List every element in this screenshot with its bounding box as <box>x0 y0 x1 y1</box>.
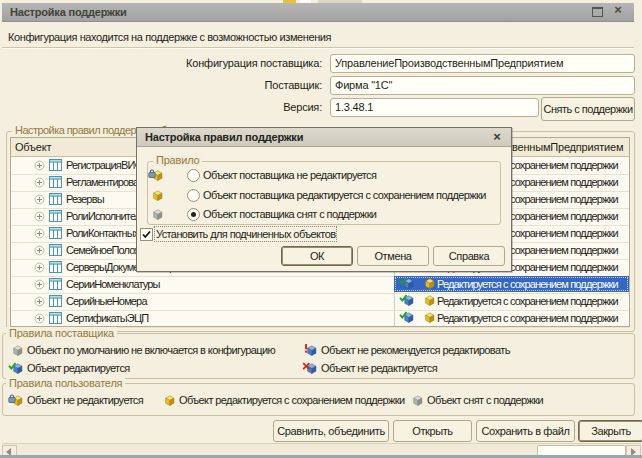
subordinate-checkbox[interactable] <box>140 228 153 241</box>
close-icon[interactable]: × <box>611 2 625 17</box>
window-titlebar[interactable]: Настройка поддержки <box>2 3 634 22</box>
cube-blue-check-icon <box>8 362 23 374</box>
support-status-message: Конфигурация находится на поддержке с во… <box>8 31 331 43</box>
dialog-button-ОК[interactable]: ОК <box>281 246 353 266</box>
footer-button-0[interactable]: Сравнить, объединить <box>273 420 389 442</box>
edited-with-support-icon <box>399 294 414 306</box>
rule-text: Редактируется с сохранением поддержки <box>437 312 618 324</box>
expand-icon[interactable] <box>34 177 45 188</box>
field-label-2: Версия: <box>0 101 322 113</box>
rule-option-label: Объект поставщика не редактируется <box>203 169 376 181</box>
supplier-rule-item-label: Объект по умолчанию не включается в конф… <box>27 344 275 356</box>
rule-option-label: Объект поставщика снят с поддержки <box>203 208 376 220</box>
expand-icon[interactable] <box>34 279 45 290</box>
expand-icon[interactable] <box>34 262 45 273</box>
cube-blue-exclaim-icon <box>302 344 317 356</box>
cube-blue-cross-icon <box>302 362 317 374</box>
table-row[interactable]: СертификатыЭЦП Редактируется с сохранение… <box>11 310 629 328</box>
expand-icon[interactable] <box>34 313 45 324</box>
field-value-0[interactable]: УправлениеПроизводственнымПредприятием <box>330 54 635 73</box>
radio-2[interactable] <box>187 208 200 221</box>
object-name: СерийныеНомера <box>66 295 147 307</box>
field-label-1: Поставщик: <box>0 79 322 91</box>
window-title: Настройка поддержки <box>10 6 127 18</box>
field-value-1[interactable]: Фирма "1С" <box>330 76 635 95</box>
cube-gray-icon <box>408 394 423 406</box>
dialog-title: Настройка правил поддержки <box>145 131 303 143</box>
cube-gray-icon <box>148 208 163 220</box>
object-name: СерииНоменклатуры <box>66 278 160 290</box>
catalog-icon <box>49 261 62 273</box>
user-rule-item-label: Объект не редактируется <box>27 394 143 406</box>
dialog-titlebar[interactable]: Настройка правил поддержки × <box>137 128 511 147</box>
catalog-icon <box>49 159 62 171</box>
table-row[interactable]: СерииНоменклатуры Редактируется с сохране… <box>11 276 629 294</box>
dialog-close-icon[interactable]: × <box>489 129 505 145</box>
rule-cell[interactable]: Редактируется с сохранением поддержки <box>394 293 629 309</box>
catalog-icon <box>49 278 62 290</box>
supplier-rules-title: Правила поставщика <box>6 327 117 339</box>
support-rules-dialog: Настройка правил поддержки × Правило Объ… <box>136 127 512 272</box>
footer-button-1[interactable]: Открыть <box>393 420 472 442</box>
subordinate-checkbox-label[interactable]: Установить для подчиненных объектов <box>156 228 335 240</box>
dialog-button-Отмена[interactable]: Отмена <box>357 246 429 266</box>
footer-button-3[interactable]: Закрыть <box>578 420 642 442</box>
catalog-icon <box>49 176 62 188</box>
edited-with-support-icon <box>399 277 414 289</box>
rule-option[interactable]: Объект поставщика редактируется с сохран… <box>137 189 511 203</box>
subordinate-checkbox-row[interactable]: Установить для подчиненных объектов <box>137 228 511 242</box>
rule-text: Редактируется с сохранением поддержки <box>437 295 618 307</box>
supplier-rule-item-label: Объект редактируется <box>27 362 130 374</box>
object-name: Резервы <box>66 193 104 205</box>
user-rules-title: Правила пользователя <box>6 377 125 389</box>
separator <box>2 47 634 49</box>
cube-yellow-lock-icon <box>8 394 23 406</box>
catalog-icon <box>49 312 62 324</box>
expand-icon[interactable] <box>34 245 45 256</box>
table-row[interactable]: СерийныеНомера Редактируется с сохранение… <box>11 293 629 311</box>
edited-with-support-icon <box>399 311 414 323</box>
catalog-icon <box>49 295 62 307</box>
dialog-button-Справка[interactable]: Справка <box>433 246 505 266</box>
supplier-rule-item-label: Объект не рекомендуется редактировать <box>321 344 510 356</box>
catalog-icon <box>49 210 62 222</box>
user-rule-item-label: Объект редактируется с сохранением подде… <box>179 394 405 406</box>
user-rule-icon <box>420 294 435 306</box>
user-rule-icon <box>420 277 435 289</box>
column-header-object[interactable]: Объект <box>15 141 51 153</box>
rule-text: Редактируется с сохранением поддержки <box>437 278 618 290</box>
remove-support-button[interactable]: Снять с поддержки <box>541 97 635 121</box>
field-label-0: Конфигурация поставщика: <box>0 57 322 69</box>
user-rule-item-label: Объект снят с поддержки <box>427 394 543 406</box>
expand-icon[interactable] <box>34 228 45 239</box>
maximize-icon[interactable] <box>592 7 603 17</box>
rule-cell[interactable]: Редактируется с сохранением поддержки <box>394 276 629 292</box>
footer-button-2[interactable]: Сохранить в файл <box>476 420 575 442</box>
field-value-2[interactable]: 1.3.48.1 <box>330 98 539 117</box>
radio-1[interactable] <box>187 189 200 202</box>
cube-gray-icon <box>8 344 23 356</box>
expand-icon[interactable] <box>34 160 45 171</box>
rule-cell[interactable]: Редактируется с сохранением поддержки <box>394 310 629 326</box>
catalog-icon <box>49 227 62 239</box>
cube-yellow-icon <box>148 189 163 201</box>
rule-option[interactable]: Объект поставщика снят с поддержки <box>137 208 511 222</box>
screen: Настройка поддержки × Конфигурация наход… <box>0 0 642 458</box>
radio-0[interactable] <box>187 169 200 182</box>
cube-yellow-icon <box>160 394 175 406</box>
user-rule-icon <box>420 311 435 323</box>
object-name: СертификатыЭЦП <box>66 312 148 324</box>
rule-option[interactable]: Объект поставщика не редактируется <box>137 169 511 183</box>
rule-option-label: Объект поставщика редактируется с сохран… <box>203 189 486 201</box>
expand-icon[interactable] <box>34 194 45 205</box>
catalog-icon <box>49 244 62 256</box>
catalog-icon <box>49 193 62 205</box>
expand-icon[interactable] <box>34 296 45 307</box>
supplier-rule-item-label: Объект не редактируется <box>321 362 437 374</box>
expand-icon[interactable] <box>34 211 45 222</box>
cube-yellow-lock-icon <box>148 169 163 181</box>
rule-group-title: Правило <box>153 154 202 166</box>
